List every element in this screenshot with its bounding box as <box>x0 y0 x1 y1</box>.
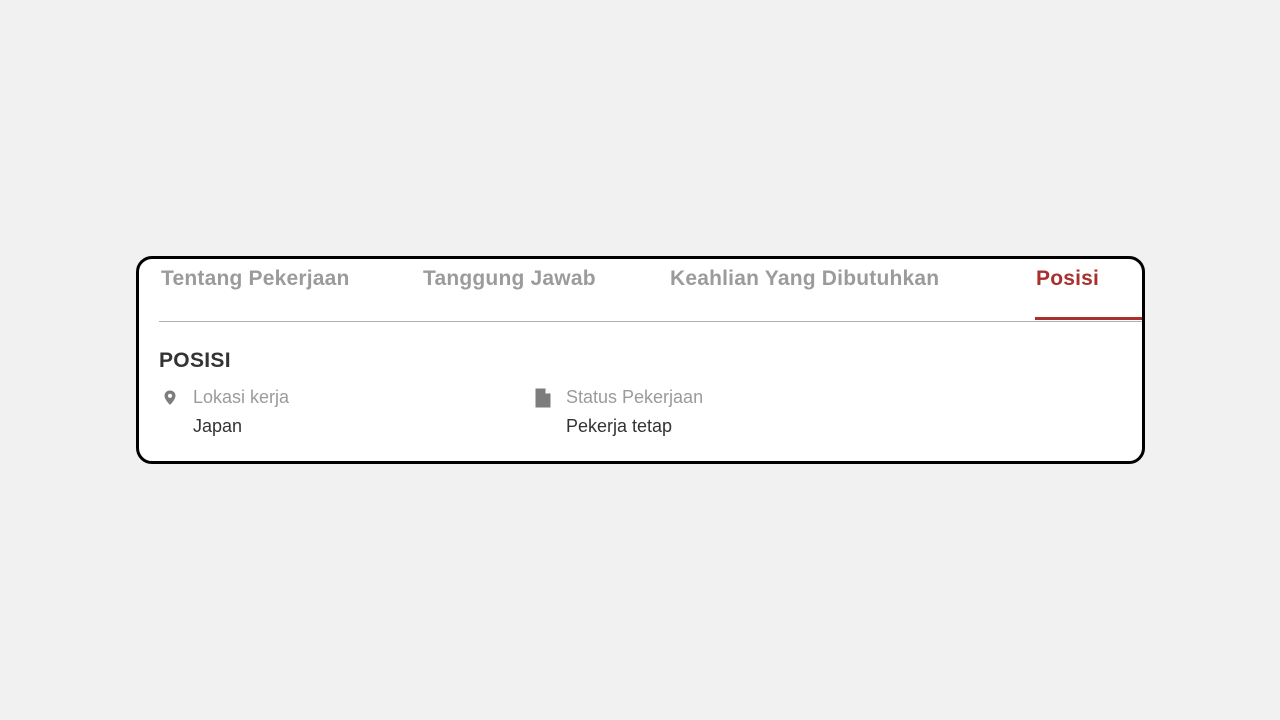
location-value: Japan <box>193 416 243 436</box>
section-title: POSISI <box>159 349 231 372</box>
location-pin-icon <box>161 387 179 409</box>
tab-bar: Tentang Pekerjaan Tanggung Jawab Keahlia… <box>159 259 1142 322</box>
employment-status-label: Status Pekerjaan <box>566 387 704 407</box>
tab-posisi[interactable]: Posisi <box>1036 267 1099 291</box>
tab-keahlian-yang-dibutuhkan[interactable]: Keahlian Yang Dibutuhkan <box>670 267 939 291</box>
tab-tanggung-jawab[interactable]: Tanggung Jawab <box>423 267 596 291</box>
active-tab-indicator <box>1035 317 1142 320</box>
location-label: Lokasi kerja <box>193 387 290 407</box>
document-icon <box>534 387 552 409</box>
job-detail-card: Tentang Pekerjaan Tanggung Jawab Keahlia… <box>136 256 1145 464</box>
tab-tentang-pekerjaan[interactable]: Tentang Pekerjaan <box>161 267 350 291</box>
employment-status-value: Pekerja tetap <box>566 416 673 436</box>
